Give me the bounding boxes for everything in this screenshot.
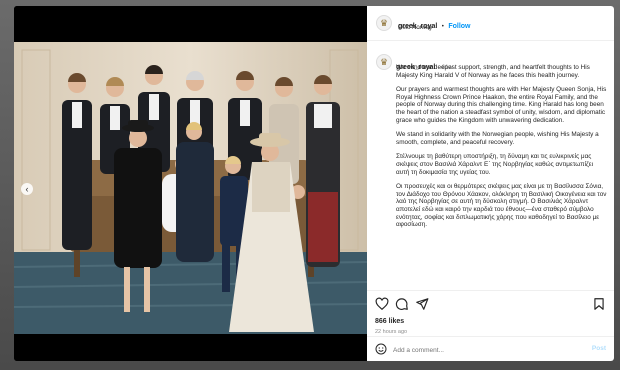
- post-timestamp: 22 hours ago: [375, 329, 408, 335]
- caption-paragraph: Οι προσευχές και οι θερμότερες σκέψεις μ…: [396, 183, 607, 229]
- follow-button[interactable]: Follow: [448, 23, 470, 30]
- post-photo: [14, 42, 367, 334]
- post-side-panel: ♛ greek_royal • Follow Oslo Norway ♛ gre…: [367, 6, 614, 361]
- comment-icon[interactable]: [395, 297, 409, 311]
- chevron-left-icon[interactable]: ‹: [21, 183, 33, 195]
- caption-paragraph: Our prayers and warmest thoughts are wit…: [396, 86, 607, 124]
- heart-icon[interactable]: [375, 297, 389, 311]
- comment-bar: Post: [367, 336, 614, 361]
- share-icon[interactable]: [415, 297, 429, 311]
- dot-separator: •: [441, 24, 444, 30]
- caption-avatar[interactable]: ♛: [376, 54, 392, 70]
- bookmark-icon[interactable]: [592, 297, 606, 311]
- post-header: ♛ greek_royal • Follow Oslo Norway: [367, 6, 614, 41]
- post-modal: ‹ ♛ greek_royal • Follow Oslo Norway ♛ g…: [14, 6, 614, 361]
- caption-paragraph: Στέλνουμε τη βαθύτερη υποστήριξη, τη δύν…: [396, 153, 594, 176]
- caption-scroll-area[interactable]: ♛ greek_royal 61w We send our deepest su…: [367, 44, 614, 289]
- caption-text: We send our deepest support, strength, a…: [396, 64, 608, 236]
- comment-input[interactable]: [393, 344, 573, 356]
- location-link[interactable]: Oslo Norway: [398, 25, 432, 31]
- like-count[interactable]: 866 likes: [375, 318, 404, 325]
- caption-paragraph: We send our deepest support, strength, a…: [396, 64, 590, 79]
- post-comment-button[interactable]: Post: [592, 345, 606, 352]
- post-media: ‹: [14, 6, 367, 361]
- family-portrait-image: [14, 42, 367, 334]
- caption-paragraph: We stand in solidarity with the Norwegia…: [396, 131, 599, 146]
- crest-icon[interactable]: ♛: [376, 15, 392, 31]
- smiley-icon[interactable]: [375, 343, 387, 355]
